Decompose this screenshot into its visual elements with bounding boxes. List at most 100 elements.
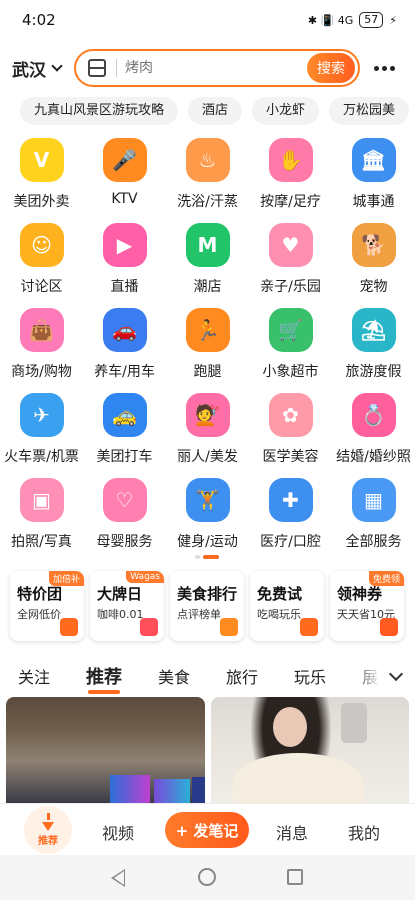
runner-icon: 🏃 [185, 308, 230, 352]
category-item[interactable]: M 潮店 [166, 219, 249, 304]
chevron-down-icon [51, 60, 63, 72]
category-item[interactable]: 🎤 KTV [83, 134, 166, 219]
hot-tag[interactable]: 酒店 [188, 97, 243, 125]
category-label: 商场/购物 [11, 364, 72, 380]
category-label: 医学美容 [262, 449, 319, 465]
category-item[interactable]: 🏋 健身/运动 [166, 474, 249, 559]
nav-video[interactable]: 视频 [102, 820, 134, 844]
hot-tag[interactable]: 万松园美 [329, 97, 410, 125]
category-item[interactable]: 🐕 宠物 [332, 219, 415, 304]
category-item[interactable]: 💍 结婚/婚纱照 [332, 389, 415, 474]
dumbbell-icon: 🏋 [185, 478, 230, 522]
category-item[interactable]: ▦ 全部服务 [332, 474, 415, 559]
promo-card[interactable]: 免费试 吃喝玩乐 [250, 571, 324, 641]
category-label: KTV [111, 191, 138, 207]
search-input[interactable] [125, 60, 307, 76]
category-item[interactable]: ▣ 拍照/写真 [0, 474, 83, 559]
category-item[interactable]: ▶ 直播 [83, 219, 166, 304]
category-label: 直播 [110, 279, 139, 295]
taxi-icon: 🚕 [102, 393, 147, 437]
supermarket-icon: 🛒 [268, 308, 313, 352]
category-item[interactable]: ✈ 火车票/机票 [0, 389, 83, 474]
city-icon: 🏛 [351, 138, 396, 182]
system-nav-bar [0, 855, 415, 900]
category-item[interactable]: ✚ 医疗/口腔 [249, 474, 332, 559]
promo-title: 免费试 [257, 585, 303, 603]
category-item[interactable]: 💇 丽人/美发 [166, 389, 249, 474]
category-item[interactable]: 👜 商场/购物 [0, 304, 83, 389]
category-label: 讨论区 [20, 279, 63, 295]
promo-badge: Wagas [126, 571, 164, 583]
skincare-icon: ✿ [268, 393, 313, 437]
category-label: 美团打车 [96, 449, 153, 465]
category-item[interactable]: V 美团外卖 [0, 134, 83, 219]
category-item[interactable]: 🛒 小象超市 [249, 304, 332, 389]
promo-card[interactable]: 大牌日 咖啡0.01 Wagas [90, 571, 164, 641]
category-label: 潮店 [193, 279, 222, 295]
dog-icon: 🐕 [351, 223, 396, 267]
category-item[interactable]: ♨ 洗浴/汗蒸 [166, 134, 249, 219]
bath-icon: ♨ [185, 138, 230, 182]
status-bar: 4:02 ✱ 📳 4G 57 ⚡ [0, 0, 415, 40]
feed-card-image[interactable] [6, 697, 205, 803]
photo-frame-icon: ▣ [19, 478, 64, 522]
trend-shop-icon: M [185, 223, 230, 267]
scan-icon[interactable] [88, 59, 106, 77]
category-label: 全部服务 [345, 534, 402, 550]
category-label: 小象超市 [262, 364, 319, 380]
arrow-down-icon [42, 821, 54, 831]
page-indicator [195, 555, 219, 559]
post-note-button[interactable]: + 发笔记 [165, 812, 249, 848]
nav-mine[interactable]: 我的 [348, 820, 380, 844]
city-selector[interactable]: 武汉 [12, 56, 74, 81]
battery-icon: 57 [359, 12, 384, 28]
feed-tab[interactable]: 旅行 [226, 664, 258, 688]
recent-apps-icon[interactable] [287, 869, 303, 885]
feed-tab[interactable]: 关注 [18, 664, 50, 688]
expand-tabs-icon[interactable] [388, 666, 404, 682]
search-header: 武汉 搜索 [0, 46, 415, 90]
category-label: 跑腿 [193, 364, 222, 380]
category-label: 丽人/美发 [177, 449, 238, 465]
nav-home[interactable]: 推荐 [24, 805, 72, 854]
more-icon[interactable] [374, 65, 395, 71]
promo-mini-icon [60, 618, 78, 636]
search-box[interactable]: 搜索 [74, 49, 360, 87]
hot-tag[interactable]: 九真山风景区游玩攻略 [20, 97, 179, 125]
category-item[interactable]: 🏃 跑腿 [166, 304, 249, 389]
category-item[interactable]: 🚗 养车/用车 [83, 304, 166, 389]
category-item[interactable]: ⛱ 旅游度假 [332, 304, 415, 389]
search-divider [116, 59, 117, 77]
category-item[interactable]: ♥ 亲子/乐园 [249, 219, 332, 304]
promo-title: 大牌日 [97, 585, 143, 603]
category-item[interactable]: 🏛 城事通 [332, 134, 415, 219]
promo-mini-icon [220, 618, 238, 636]
category-label: 养车/用车 [94, 364, 155, 380]
search-button[interactable]: 搜索 [307, 53, 355, 83]
promo-title: 美食排行 [177, 585, 238, 603]
feed-card-image[interactable] [210, 697, 409, 803]
promo-title: 领神券 [337, 585, 383, 603]
feed-tab[interactable]: 玩乐 [294, 664, 326, 688]
promo-card[interactable]: 美食排行 点评榜单 [170, 571, 244, 641]
plane-icon: ✈ [19, 393, 64, 437]
category-item[interactable]: 🚕 美团打车 [83, 389, 166, 474]
hot-tag[interactable]: 小龙虾 [252, 97, 320, 125]
medical-icon: ✚ [268, 478, 313, 522]
category-item[interactable]: ✿ 医学美容 [249, 389, 332, 474]
category-item[interactable]: ☺ 讨论区 [0, 219, 83, 304]
category-row: ☺ 讨论区 ▶ 直播 M 潮店 ♥ 亲子/乐园 🐕 宠物 [0, 219, 415, 304]
category-item[interactable]: ✋ 按摩/足疗 [249, 134, 332, 219]
promo-card[interactable]: 领神券 天天省10元 免费领 [330, 571, 404, 641]
beach-icon: ⛱ [351, 308, 396, 352]
massage-icon: ✋ [268, 138, 313, 182]
feed-tab[interactable]: 推荐 [86, 663, 122, 694]
city-name: 武汉 [12, 60, 46, 81]
category-item[interactable]: ♡ 母婴服务 [83, 474, 166, 559]
feed-tab[interactable]: 美食 [158, 664, 190, 688]
category-label: 火车票/机票 [4, 449, 79, 465]
promo-card[interactable]: 特价团 全网低价 加倍补 [10, 571, 84, 641]
home-icon[interactable] [198, 868, 216, 886]
shopping-bag-icon: 👜 [19, 308, 64, 352]
nav-messages[interactable]: 消息 [276, 820, 308, 844]
